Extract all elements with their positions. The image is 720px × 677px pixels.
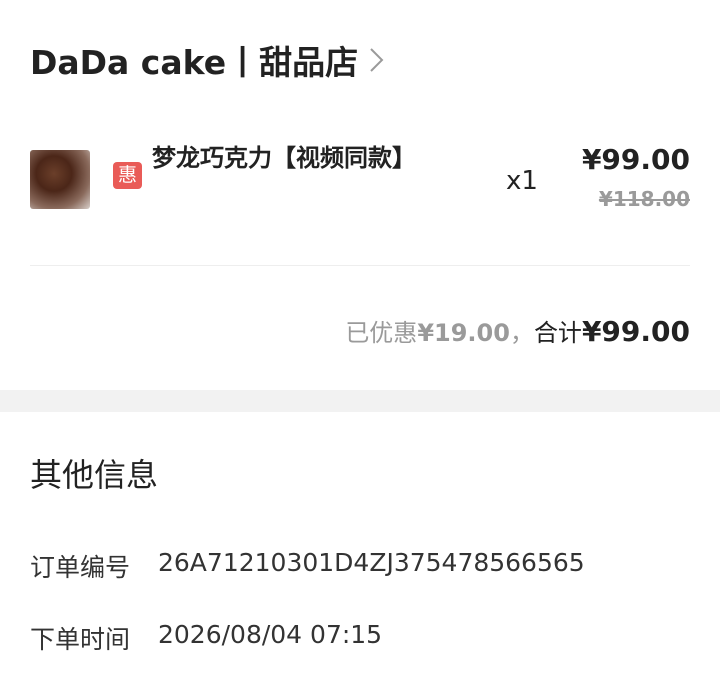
order-card: DaDa cake丨甜品店 惠 梦龙巧克力【视频同款】 x1 ¥99.00 ¥1…	[0, 0, 720, 390]
product-thumbnail[interactable]	[30, 150, 90, 209]
product-quantity: x1	[506, 166, 538, 196]
chevron-right-icon	[370, 48, 384, 72]
store-name: DaDa cake丨甜品店	[30, 43, 359, 82]
store-link[interactable]: DaDa cake丨甜品店	[30, 36, 386, 84]
product-original-price: ¥118.00	[598, 187, 690, 211]
order-number-row: 订单编号 26A71210301D4ZJ375478566565	[30, 548, 585, 584]
discount-badge: 惠	[113, 162, 142, 189]
order-time-row: 下单时间 2026/08/04 07:15	[30, 620, 382, 656]
total-value: ¥99.00	[581, 315, 690, 348]
product-name[interactable]: 梦龙巧克力【视频同款】	[152, 140, 416, 176]
divider	[30, 265, 690, 266]
discount-value: ¥19.00	[417, 319, 510, 347]
total-label: 合计	[533, 319, 582, 347]
order-time-value: 2026/08/04 07:15	[158, 620, 383, 649]
discount-label: 已优惠	[345, 319, 418, 347]
order-number-value[interactable]: 26A71210301D4ZJ375478566565	[158, 548, 585, 584]
summary-separator: ，	[509, 319, 534, 347]
order-number-label: 订单编号	[30, 553, 131, 582]
section-title: 其他信息	[30, 456, 159, 494]
product-price: ¥99.00	[581, 143, 690, 176]
order-time-label: 下单时间	[30, 625, 131, 654]
order-summary: 已优惠 ¥19.00 ， 合计 ¥99.00	[345, 313, 690, 348]
